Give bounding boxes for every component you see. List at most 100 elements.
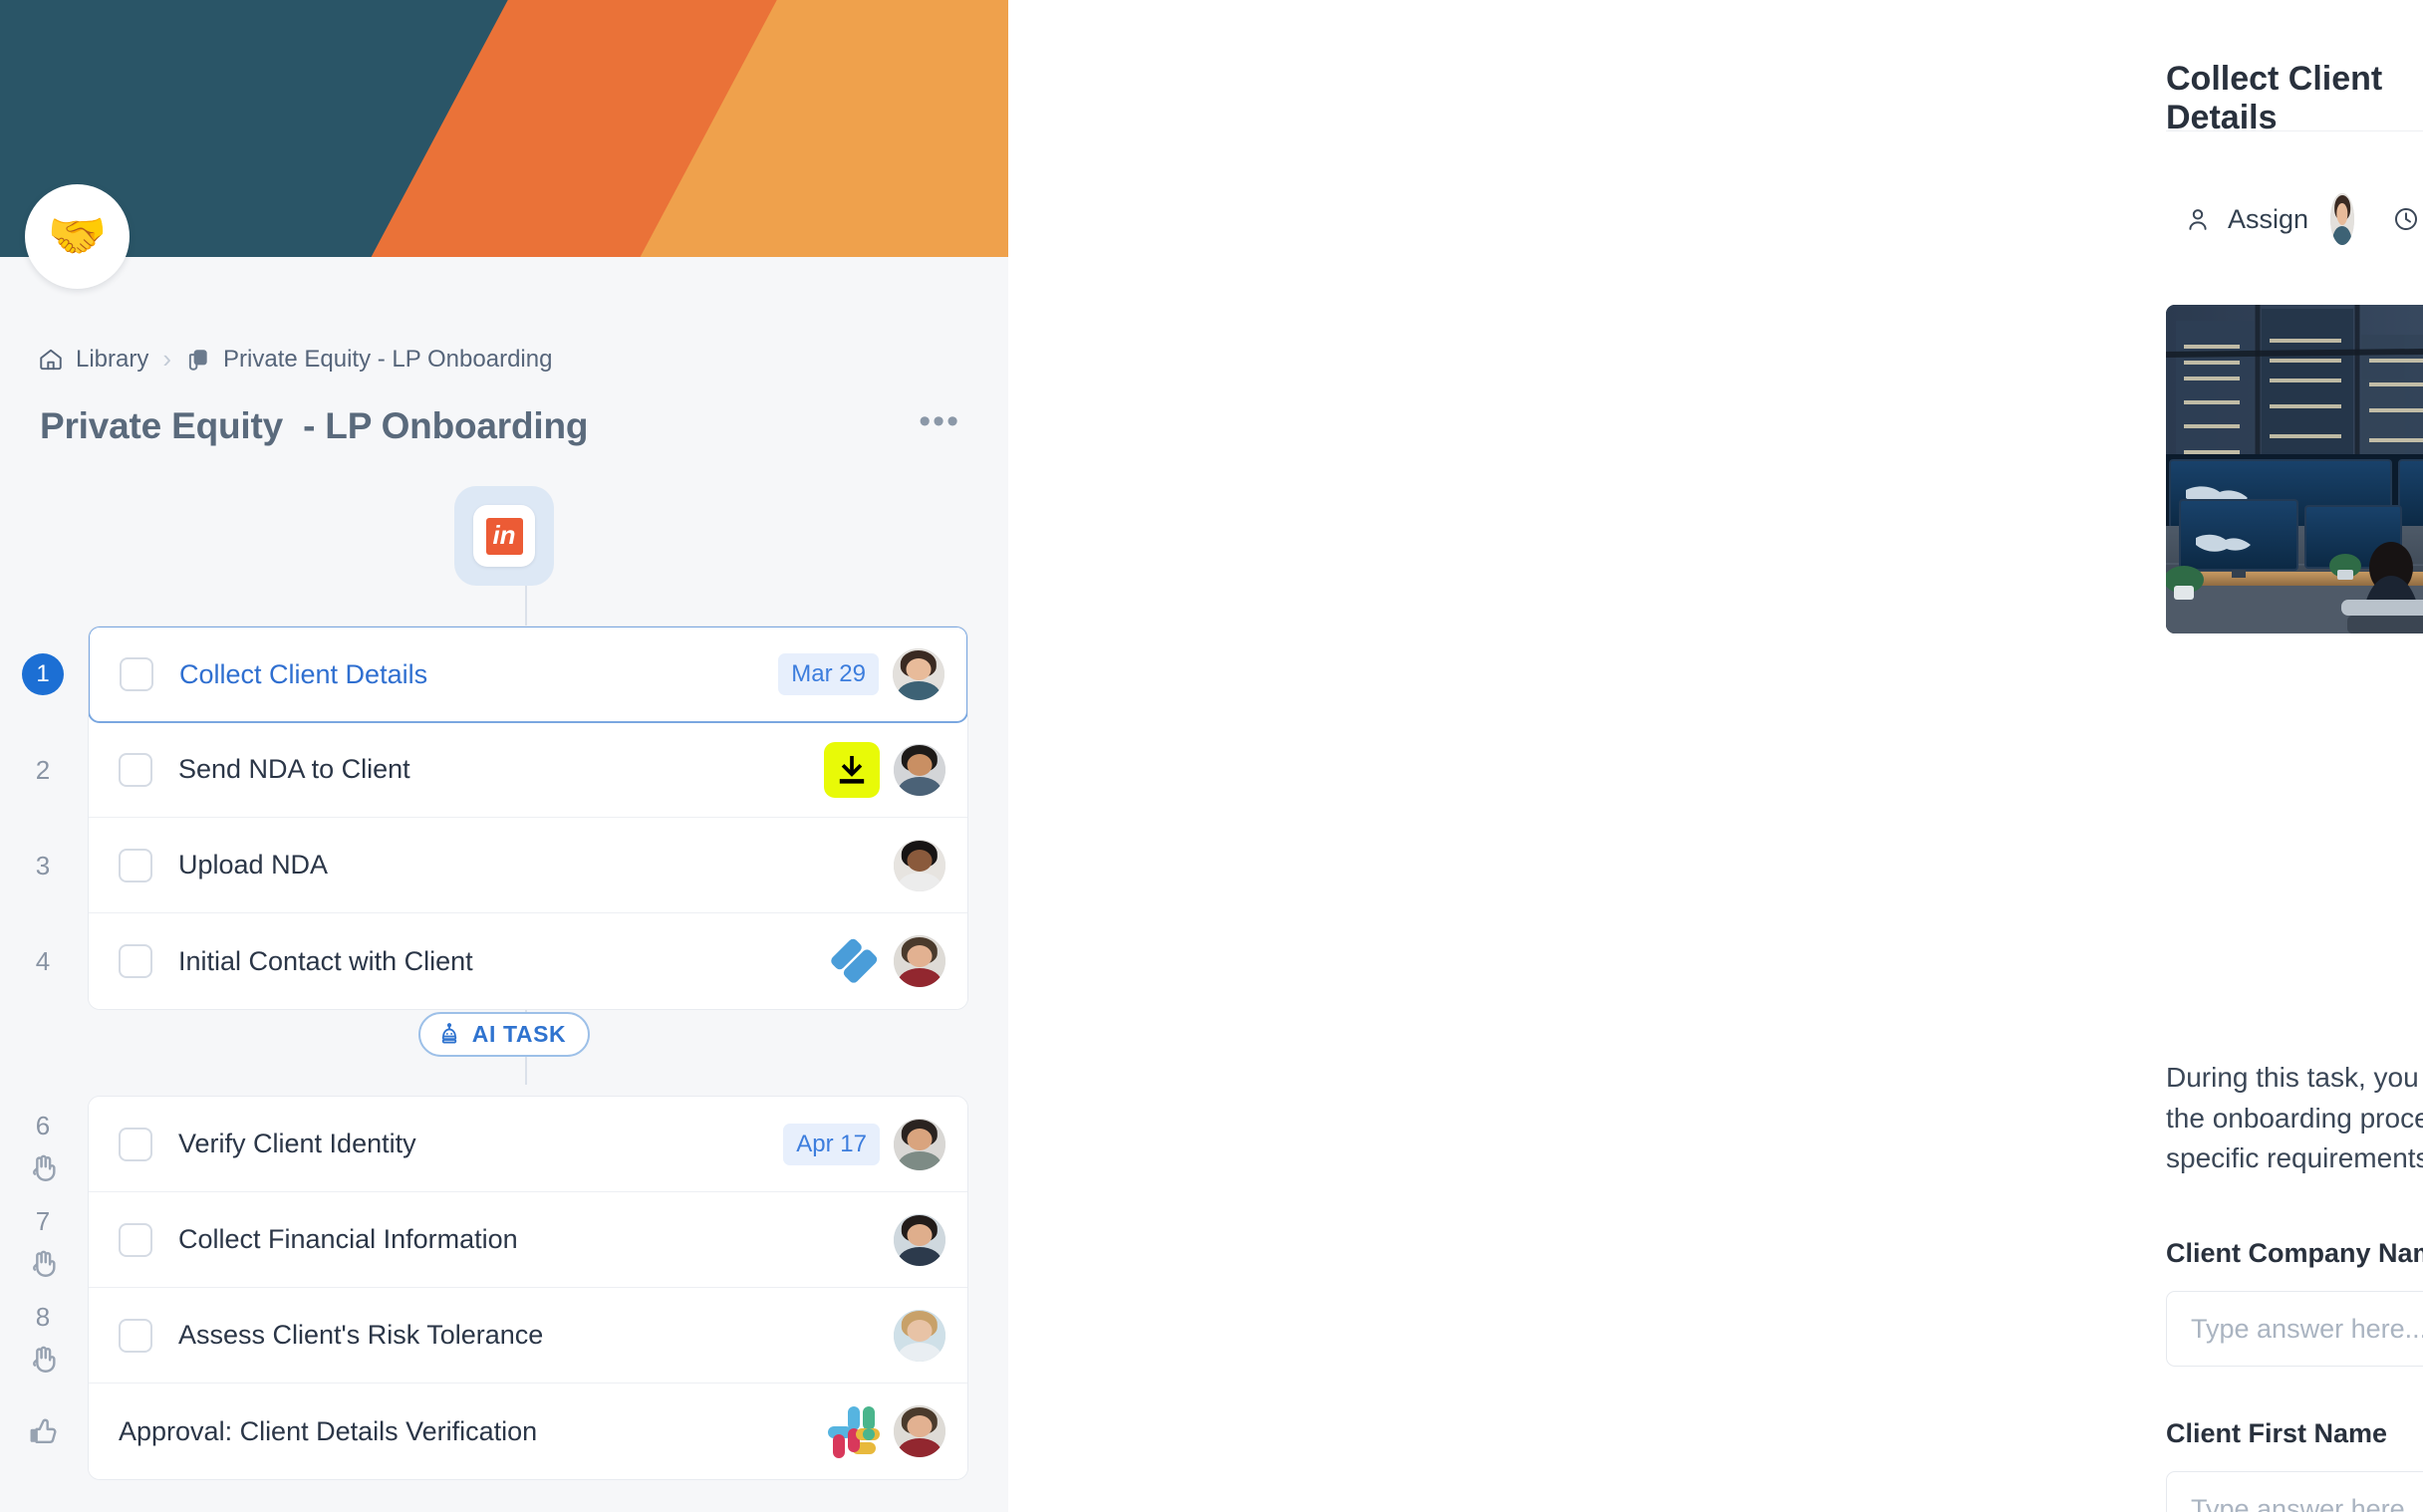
avatar[interactable] [894,1118,945,1170]
chevron-right-icon: › [162,344,172,374]
task-label: Send NDA to Client [178,754,410,784]
avatar[interactable] [894,1405,945,1457]
download-badge-icon[interactable] [824,741,880,798]
task-checkbox[interactable] [120,657,153,691]
task-group-upper: Collect Client Details Mar 29 Send NDA to … [88,626,968,1010]
task-checkbox[interactable] [119,1222,152,1257]
task-gutter-4: 4 [0,913,86,1009]
task-step-number: 6 [35,1111,51,1140]
task-row[interactable]: Approval: Client Details Verification [89,1384,967,1479]
task-due-chip[interactable]: Apr 17 [783,1123,880,1165]
field-label: Client Company Name [2166,1238,2423,1268]
task-row[interactable]: Collect Financial Information [89,1192,967,1288]
task-row-meta [826,934,945,988]
process-banner [0,0,1008,257]
asana-icon[interactable] [826,934,880,988]
task-gutter-8: 8 [0,1288,86,1384]
task-label: Initial Contact with Client [178,945,473,976]
avatar[interactable] [894,743,945,796]
task-row[interactable]: Upload NDA [89,818,967,913]
task-row-meta [826,1404,945,1458]
hand-icon [26,1246,60,1280]
task-group-lower: Verify Client Identity Apr 17 Collect Fina… [88,1096,968,1480]
task-gutter-7: 7 [0,1192,86,1288]
ai-task-label: AI TASK [471,1021,567,1047]
page-title: Private Equity - LP Onboarding [40,405,589,447]
task-checkbox[interactable] [119,1318,152,1353]
task-label: Verify Client Identity [178,1129,416,1158]
avatar[interactable] [893,648,944,700]
avatar[interactable] [894,935,945,987]
detail-divider [2166,130,2423,131]
task-step-number: 4 [35,945,51,976]
task-gutter-2: 2 [0,722,86,818]
thumbs-up-icon [26,1414,60,1448]
form-field-client-company-name: Client Company Name [2166,1238,2423,1367]
slack-icon[interactable] [826,1404,880,1458]
task-step-number: 8 [35,1302,51,1332]
task-row-meta [824,741,945,798]
task-hero-image: 6:6 [2166,305,2423,633]
avatar[interactable] [894,1213,945,1266]
task-step-number: 2 [35,754,51,785]
hand-icon [26,1342,60,1376]
task-gutter-6: 6 [0,1097,86,1192]
task-gutter-1: 1 [0,626,86,723]
handshake-icon: 🤝 [47,209,108,263]
ai-task-badge[interactable]: AI TASK [0,1012,1008,1057]
title-row: Private Equity - LP Onboarding ••• [40,403,966,449]
process-node-halo: in [454,486,554,586]
task-label: Collect Financial Information [178,1224,518,1254]
task-row[interactable]: Initial Contact with Client [89,913,967,1009]
task-detail-panel: Collect Client Details Assign During thi… [1008,0,2423,1512]
assign-control[interactable]: Assign [2184,204,2308,235]
task-checkbox[interactable] [119,752,152,787]
task-row[interactable]: Send NDA to Client [89,722,967,818]
process-logo-badge: 🤝 [25,184,130,289]
assignee-avatar[interactable] [2330,193,2354,245]
task-row-meta: Mar 29 [778,648,944,700]
breadcrumb-item-library[interactable]: Library [38,346,148,374]
task-checkbox[interactable] [119,1127,152,1161]
task-checkbox[interactable] [119,848,152,882]
robot-icon [436,1022,462,1048]
task-due-chip[interactable]: Mar 29 [778,653,879,695]
breadcrumb-process-label: Private Equity - LP Onboarding [223,345,553,373]
task-description: During this task, you will collect all t… [2166,1062,2423,1174]
task-label: Upload NDA [178,850,329,880]
breadcrumb-library-label: Library [76,345,149,373]
breadcrumb-item-process[interactable]: Private Equity - LP Onboarding [185,346,552,374]
process-node-card: in [473,505,535,567]
home-icon [38,347,64,373]
avatar[interactable] [894,839,945,891]
form-field-client-first-name: Client First Name [2166,1418,2423,1512]
field-label: Client First Name [2166,1418,2388,1448]
assign-label: Assign [2228,203,2309,234]
avatar[interactable] [894,1309,945,1362]
breadcrumb: Library › Private Equity - LP Onboarding [38,344,552,375]
task-row[interactable]: Verify Client Identity Apr 17 [89,1097,967,1192]
task-gutter-3: 3 [0,818,86,913]
due-date-control[interactable]: Due Fri Mar 29 a... [2392,157,2423,281]
task-detail-title: Collect Client Details [2166,60,2383,136]
person-icon [2184,205,2212,233]
task-row-meta [894,1309,945,1362]
process-sidebar: 🤝 Library › Private Equity - LP Onboardi… [0,0,1008,1512]
task-label: Approval: Client Details Verification [119,1415,538,1446]
hand-icon [26,1150,60,1184]
task-row-meta [894,1213,945,1266]
process-overflow-menu-button[interactable]: ••• [913,403,966,449]
client-first-name-input[interactable] [2166,1471,2423,1512]
app-root: 🤝 Library › Private Equity - LP Onboardi… [0,0,2423,1512]
client-company-name-input[interactable] [2166,1291,2423,1367]
invision-icon: in [485,517,523,555]
task-step-number: 7 [35,1206,51,1236]
task-row[interactable]: Assess Client's Risk Tolerance [89,1288,967,1384]
process-start-node[interactable]: in [0,486,1008,586]
task-row[interactable]: Collect Client Details Mar 29 [89,627,967,723]
task-step-number: 1 [22,653,64,695]
ai-task-pill[interactable]: AI TASK [417,1012,591,1057]
task-step-number: 3 [35,850,51,881]
task-checkbox[interactable] [119,944,152,978]
task-row-meta: Apr 17 [783,1118,945,1170]
